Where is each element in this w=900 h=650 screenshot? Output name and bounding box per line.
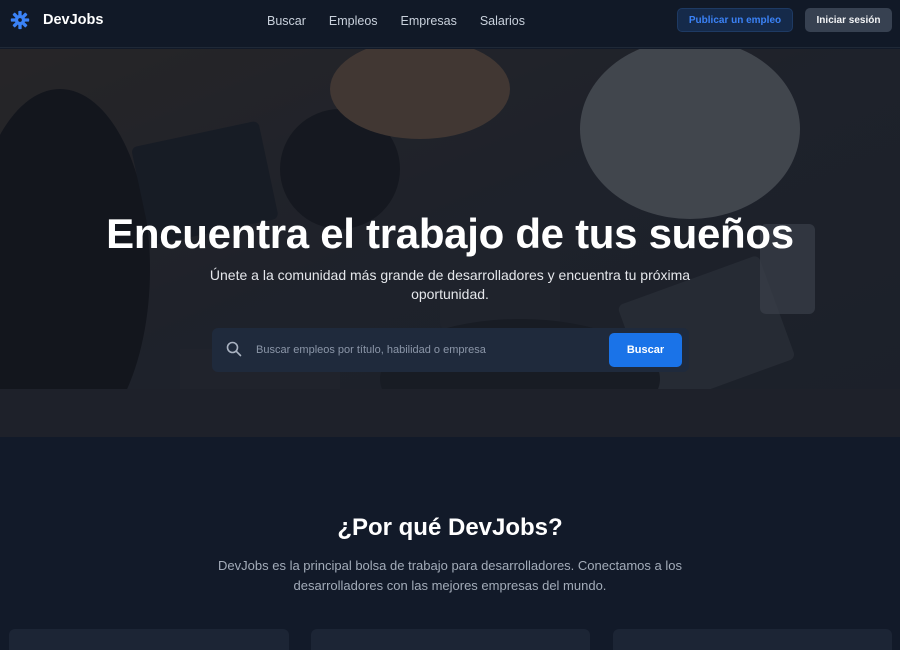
- feature-card: [311, 629, 590, 650]
- top-navbar: DevJobs Buscar Empleos Empresas Salarios…: [0, 0, 900, 48]
- hero-title: Encuentra el trabajo de tus sueños: [106, 210, 794, 257]
- job-search-bar: Buscar: [212, 328, 689, 372]
- brand[interactable]: DevJobs: [10, 10, 103, 30]
- hero-subtitle: Únete a la comunidad más grande de desar…: [209, 267, 691, 302]
- brand-name: DevJobs: [43, 12, 104, 28]
- search-button[interactable]: Buscar: [609, 333, 682, 367]
- nav-link-empresas[interactable]: Empresas: [401, 13, 457, 29]
- nav-link-salarios[interactable]: Salarios: [480, 13, 525, 29]
- nav-link-empleos[interactable]: Empleos: [329, 13, 378, 29]
- why-section-text: DevJobs es la principal bolsa de trabajo…: [218, 558, 682, 593]
- feature-card: [9, 629, 289, 650]
- feature-card: [613, 629, 892, 650]
- login-button[interactable]: Iniciar sesión: [805, 8, 892, 32]
- hero-section: Encuentra el trabajo de tus sueños Únete…: [0, 49, 900, 437]
- job-search-input[interactable]: [256, 340, 596, 360]
- search-icon: [226, 341, 242, 357]
- main-nav: Buscar Empleos Empresas Salarios: [267, 13, 548, 29]
- why-section-title: ¿Por qué DevJobs?: [337, 514, 563, 541]
- gear-icon: [10, 10, 30, 30]
- nav-link-buscar[interactable]: Buscar: [267, 13, 306, 29]
- post-job-button[interactable]: Publicar un empleo: [677, 8, 793, 32]
